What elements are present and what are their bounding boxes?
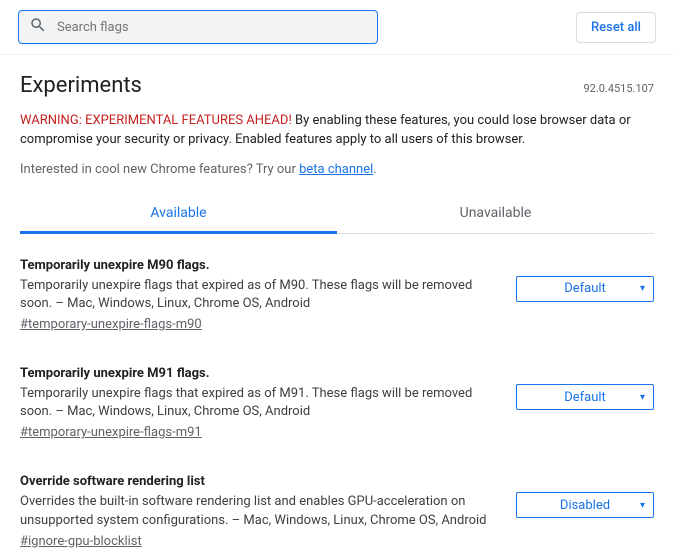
chevron-down-icon: ▾ [640,500,645,511]
flag-select-value: Default [564,390,606,405]
interest-suffix: . [373,162,376,177]
flag-text: Temporarily unexpire M90 flags. Temporar… [20,258,500,332]
flag-title: Temporarily unexpire M91 flags. [20,366,500,381]
version-text: 92.0.4515.107 [583,82,654,95]
top-bar: Reset all [0,0,674,55]
flag-select[interactable]: Disabled ▾ [516,492,654,518]
flag-select-value: Default [564,281,606,296]
interest-prefix: Interested in cool new Chrome features? … [20,162,299,177]
flag-item: Temporarily unexpire M91 flags. Temporar… [20,342,654,450]
flags-list: Temporarily unexpire M90 flags. Temporar… [20,234,654,559]
warning-block: WARNING: EXPERIMENTAL FEATURES AHEAD! By… [20,112,654,150]
flag-control: Default ▾ [516,366,654,410]
flag-control: Default ▾ [516,258,654,302]
flag-item: Override software rendering list Overrid… [20,450,654,558]
tabs: Available Unavailable [20,195,654,234]
flag-text: Temporarily unexpire M91 flags. Temporar… [20,366,500,440]
beta-channel-link[interactable]: beta channel [299,162,373,177]
search-input[interactable] [57,20,367,35]
flag-text: Override software rendering list Overrid… [20,474,500,548]
flag-control: Disabled ▾ [516,474,654,518]
flag-title: Temporarily unexpire M90 flags. [20,258,500,273]
flag-description: Temporarily unexpire flags that expired … [20,385,500,421]
content: Experiments 92.0.4515.107 WARNING: EXPER… [0,55,674,559]
search-icon [29,16,47,38]
flag-description: Overrides the built-in software renderin… [20,493,500,529]
reset-all-button[interactable]: Reset all [576,12,656,43]
warning-label: WARNING: EXPERIMENTAL FEATURES AHEAD! [20,113,295,128]
flag-title: Override software rendering list [20,474,500,489]
flag-anchor-link[interactable]: #temporary-unexpire-flags-m91 [20,425,202,440]
flag-description: Temporarily unexpire flags that expired … [20,277,500,313]
search-box[interactable] [18,10,378,44]
chevron-down-icon: ▾ [640,392,645,403]
flag-item: Temporarily unexpire M90 flags. Temporar… [20,234,654,342]
flag-select[interactable]: Default ▾ [516,276,654,302]
flag-anchor-link[interactable]: #temporary-unexpire-flags-m90 [20,317,202,332]
tab-available[interactable]: Available [20,195,337,234]
flag-select-value: Disabled [560,498,610,513]
interest-text: Interested in cool new Chrome features? … [20,162,654,177]
chevron-down-icon: ▾ [640,283,645,294]
header-row: Experiments 92.0.4515.107 [20,73,654,98]
flag-anchor-link[interactable]: #ignore-gpu-blocklist [20,534,142,549]
flag-select[interactable]: Default ▾ [516,384,654,410]
tab-unavailable[interactable]: Unavailable [337,195,654,233]
page-title: Experiments [20,73,142,98]
